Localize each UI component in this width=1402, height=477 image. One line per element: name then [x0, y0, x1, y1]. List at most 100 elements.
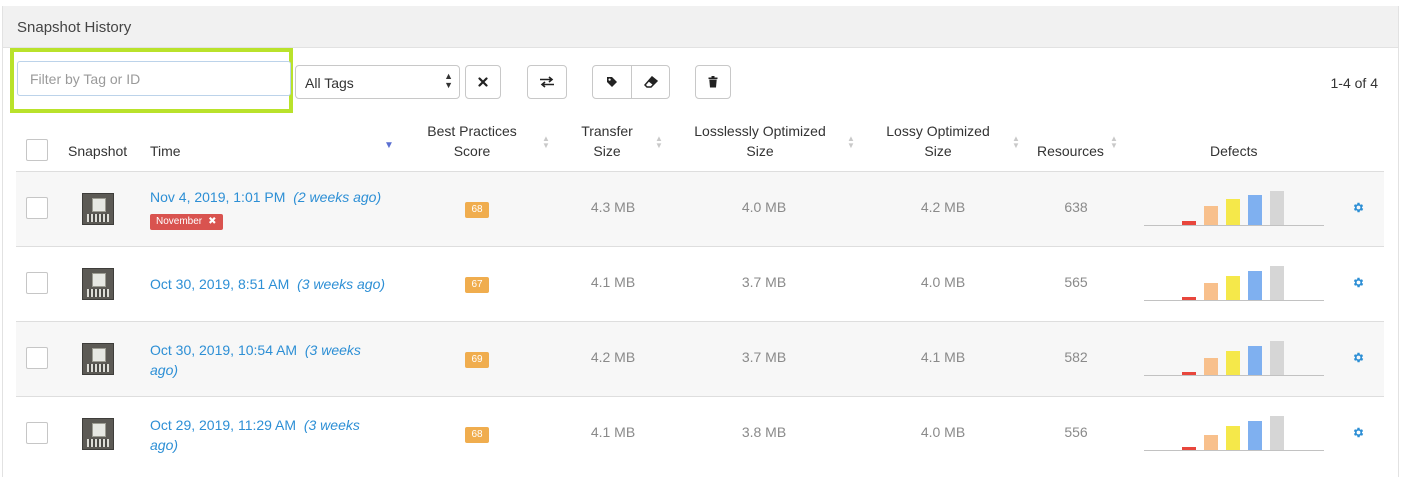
defect-bar [1248, 271, 1262, 300]
defect-bar [1182, 447, 1196, 450]
select-arrows-icon: ▲ ▼ [444, 71, 453, 90]
defects-chart[interactable] [1144, 340, 1324, 376]
time-main: Oct 29, 2019, 11:29 AM [150, 417, 297, 433]
best-practices-score-badge: 68 [465, 202, 489, 218]
defect-bar [1182, 372, 1196, 375]
col-best-practices[interactable]: Best Practices Score [412, 121, 532, 161]
defect-bar [1204, 206, 1218, 225]
defect-bar [1270, 266, 1284, 300]
best-practices-score-badge: 69 [465, 352, 489, 368]
defect-bar [1226, 276, 1240, 300]
defect-bar [1248, 421, 1262, 450]
col-lossy-line1: Lossy Optimized [886, 123, 990, 139]
resources-count: 582 [1064, 349, 1088, 365]
table-row: Oct 30, 2019, 10:54 AM (3 weeks ago) 69 … [16, 321, 1384, 396]
lossy-size: 4.0 MB [920, 424, 966, 440]
col-transfer-line1: Transfer [581, 123, 633, 139]
gear-icon[interactable] [1352, 426, 1365, 439]
time-main: Oct 30, 2019, 10:54 AM [150, 342, 298, 358]
snapshot-time-link[interactable]: Oct 30, 2019, 8:51 AM (3 weeks ago) [150, 274, 400, 294]
col-transfer-size[interactable]: Transfer Size [567, 121, 647, 161]
snapshot-thumbnail[interactable] [82, 268, 114, 300]
table-row: Oct 29, 2019, 11:29 AM (3 weeks ago) 68 … [16, 396, 1384, 471]
trash-icon [708, 76, 718, 88]
row-checkbox[interactable] [26, 197, 48, 219]
defect-bar [1226, 199, 1240, 225]
row-checkbox[interactable] [26, 422, 48, 444]
col-lossy-size[interactable]: Lossy Optimized Size [878, 121, 998, 161]
select-all-checkbox[interactable] [26, 139, 48, 161]
defect-bar [1270, 191, 1284, 225]
lossless-size: 3.7 MB [741, 349, 787, 365]
lossless-size: 3.8 MB [741, 424, 787, 440]
eraser-icon [643, 76, 658, 88]
col-transfer-line2: Size [593, 143, 621, 159]
col-lossless-size[interactable]: Losslessly Optimized Size [685, 121, 835, 161]
defects-chart[interactable] [1144, 190, 1324, 226]
remove-tag-button[interactable] [631, 66, 669, 98]
clear-filter-button[interactable] [465, 65, 501, 99]
snapshot-time-link[interactable]: Nov 4, 2019, 1:01 PM (2 weeks ago) [150, 187, 400, 207]
snapshot-thumbnail[interactable] [82, 343, 114, 375]
transfer-size: 4.1 MB [590, 424, 636, 440]
defect-bar [1204, 435, 1218, 450]
time-main: Nov 4, 2019, 1:01 PM [150, 189, 286, 205]
filter-input[interactable] [17, 61, 291, 96]
close-icon [478, 77, 488, 87]
sort-icon[interactable]: ▲ ▼ [847, 135, 855, 150]
defect-bar [1248, 195, 1262, 225]
col-best-practices-line2: Score [453, 143, 491, 159]
defect-bar [1270, 416, 1284, 450]
snapshot-thumbnail[interactable] [82, 193, 114, 225]
tag-label: November [156, 216, 203, 227]
gear-icon[interactable] [1352, 201, 1365, 214]
col-time[interactable]: Time [150, 141, 181, 161]
time-main: Oct 30, 2019, 8:51 AM [150, 276, 290, 292]
resources-count: 565 [1064, 274, 1088, 290]
defects-chart[interactable] [1144, 415, 1324, 451]
remove-tag-icon[interactable]: ✖ [208, 216, 216, 227]
row-checkbox[interactable] [26, 347, 48, 369]
swap-arrows-icon [540, 76, 554, 88]
col-defects: Defects [1210, 143, 1258, 159]
pagination-info: 1-4 of 4 [1330, 75, 1378, 91]
sort-icon[interactable]: ▲ ▼ [542, 135, 550, 150]
filter-highlight [10, 48, 293, 113]
defect-bar [1226, 351, 1240, 375]
col-resources[interactable]: Resources [1037, 141, 1104, 161]
time-ago: (2 weeks ago) [293, 189, 382, 205]
defect-bar [1270, 341, 1284, 375]
best-practices-score-badge: 68 [465, 427, 489, 443]
tag-badge[interactable]: November ✖ [150, 214, 223, 230]
defect-bar [1182, 221, 1196, 225]
col-lossless-line1: Losslessly Optimized [694, 123, 826, 139]
sort-icon[interactable]: ▲ ▼ [1110, 135, 1118, 150]
delete-button[interactable] [695, 65, 731, 99]
col-best-practices-line1: Best Practices [427, 123, 517, 139]
gear-icon[interactable] [1352, 276, 1365, 289]
snapshot-time-link[interactable]: Oct 29, 2019, 11:29 AM (3 weeks ago) [150, 415, 380, 455]
defects-chart[interactable] [1144, 265, 1324, 301]
defect-bar [1204, 283, 1218, 300]
defect-bar [1226, 426, 1240, 450]
row-checkbox[interactable] [26, 272, 48, 294]
tag-select-value: All Tags [305, 75, 354, 91]
defect-bar [1182, 297, 1196, 300]
add-tag-button[interactable] [593, 66, 631, 98]
transfer-size: 4.3 MB [590, 199, 636, 215]
snapshot-thumbnail[interactable] [82, 418, 114, 450]
gear-icon[interactable] [1352, 351, 1365, 364]
time-ago: (3 weeks ago) [297, 276, 386, 292]
sort-desc-icon[interactable]: ▼ [384, 140, 394, 151]
col-snapshot: Snapshot [68, 143, 128, 159]
transfer-size: 4.1 MB [590, 274, 636, 290]
tag-select[interactable]: All Tags ▲ ▼ [295, 65, 460, 99]
sort-icon[interactable]: ▲ ▼ [1012, 135, 1020, 150]
compare-button[interactable] [527, 65, 567, 99]
lossy-size: 4.2 MB [920, 199, 966, 215]
sort-icon[interactable]: ▲ ▼ [655, 135, 663, 150]
snapshot-time-link[interactable]: Oct 30, 2019, 10:54 AM (3 weeks ago) [150, 340, 380, 380]
lossless-size: 3.7 MB [741, 274, 787, 290]
defect-bar [1248, 346, 1262, 375]
tag-icon [607, 77, 617, 87]
